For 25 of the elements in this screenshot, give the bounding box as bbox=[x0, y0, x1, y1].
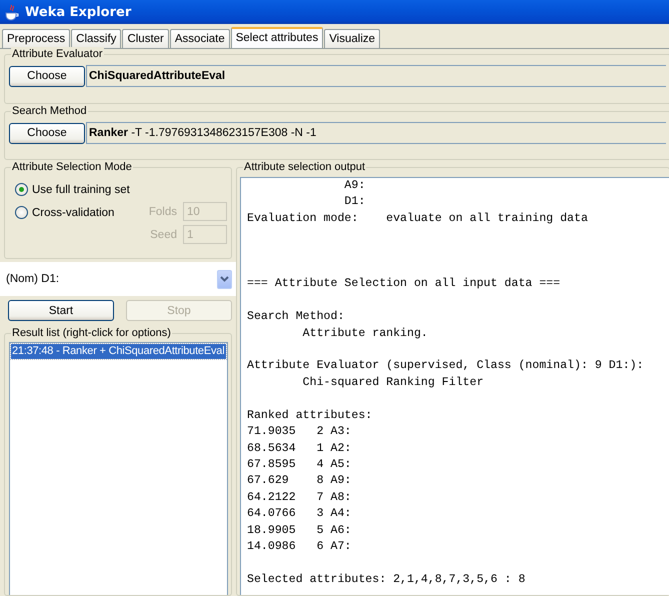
radio-button[interactable] bbox=[15, 183, 28, 196]
dropdown-value: (Nom) D1: bbox=[6, 273, 60, 285]
action-button[interactable]: Start bbox=[8, 300, 114, 321]
tab[interactable]: Cluster bbox=[122, 29, 169, 48]
window-title: Weka Explorer bbox=[25, 4, 132, 20]
result-item[interactable]: 21:37:48 - Ranker + ChiSquaredAttributeEval bbox=[11, 344, 226, 359]
field-label: Seed bbox=[150, 228, 177, 240]
scheme-field: Ranker -T -1.7976931348623157E308 -N -1 bbox=[86, 122, 666, 144]
group-title: Result list (right-click for options) bbox=[11, 326, 172, 340]
output-text: A9: D1: Evaluation mode: evaluate on all training data === Attribute Selection on all input data === Search Method: Attribute ranking. Attribute Evaluator (supervised, Class (nominal): 9 D1:): Chi-squared Ranking Filter Ranked attributes: 71.9035 2 A3: 68.5634 1 A2: 67.8595 4 A5: 67.629 8 A9: 64.2122 7 A8: 64.0766 3 A4: 18.9905 5 A6: 14.0986 6 A7: Selected attributes: 2,1,4,8,7,3,5,6 : 8 bbox=[247, 178, 645, 588]
choose-button[interactable]: Choose bbox=[9, 66, 85, 86]
radio-button[interactable] bbox=[15, 206, 28, 219]
class-dropdown[interactable]: (Nom) D1: bbox=[0, 262, 236, 296]
tab[interactable]: Classify bbox=[71, 29, 122, 48]
tab[interactable]: Preprocess bbox=[2, 29, 70, 48]
tab[interactable]: Select attributes bbox=[230, 27, 324, 48]
radio-label: Cross-validation bbox=[32, 206, 114, 218]
choose-button[interactable]: Choose bbox=[9, 122, 85, 144]
tab[interactable]: Visualize bbox=[324, 29, 380, 48]
radio-label: Use full training set bbox=[32, 184, 130, 196]
tab[interactable]: Associate bbox=[170, 29, 230, 48]
coffee-cup-icon bbox=[5, 4, 19, 20]
field-label: Folds bbox=[148, 206, 177, 218]
group-title: Attribute selection output bbox=[243, 160, 366, 174]
scheme-field: ChiSquaredAttributeEval bbox=[86, 65, 666, 87]
